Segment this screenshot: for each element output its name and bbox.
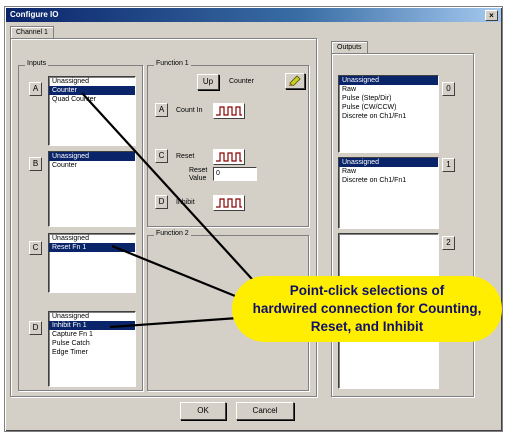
callout-line-1: Point-click selections of: [289, 283, 445, 298]
callout-pointers: [81, 92, 263, 329]
callout-line-3: Reset, and Inhibit: [310, 319, 424, 334]
pointer-line-inhibit: [109, 316, 239, 329]
pointer-line-counter: [81, 92, 263, 291]
annotation-callout: Point-click selections of hardwired conn…: [232, 276, 502, 342]
callout-line-2: hardwired connection for Counting,: [252, 301, 482, 316]
pointer-line-reset: [111, 244, 246, 302]
